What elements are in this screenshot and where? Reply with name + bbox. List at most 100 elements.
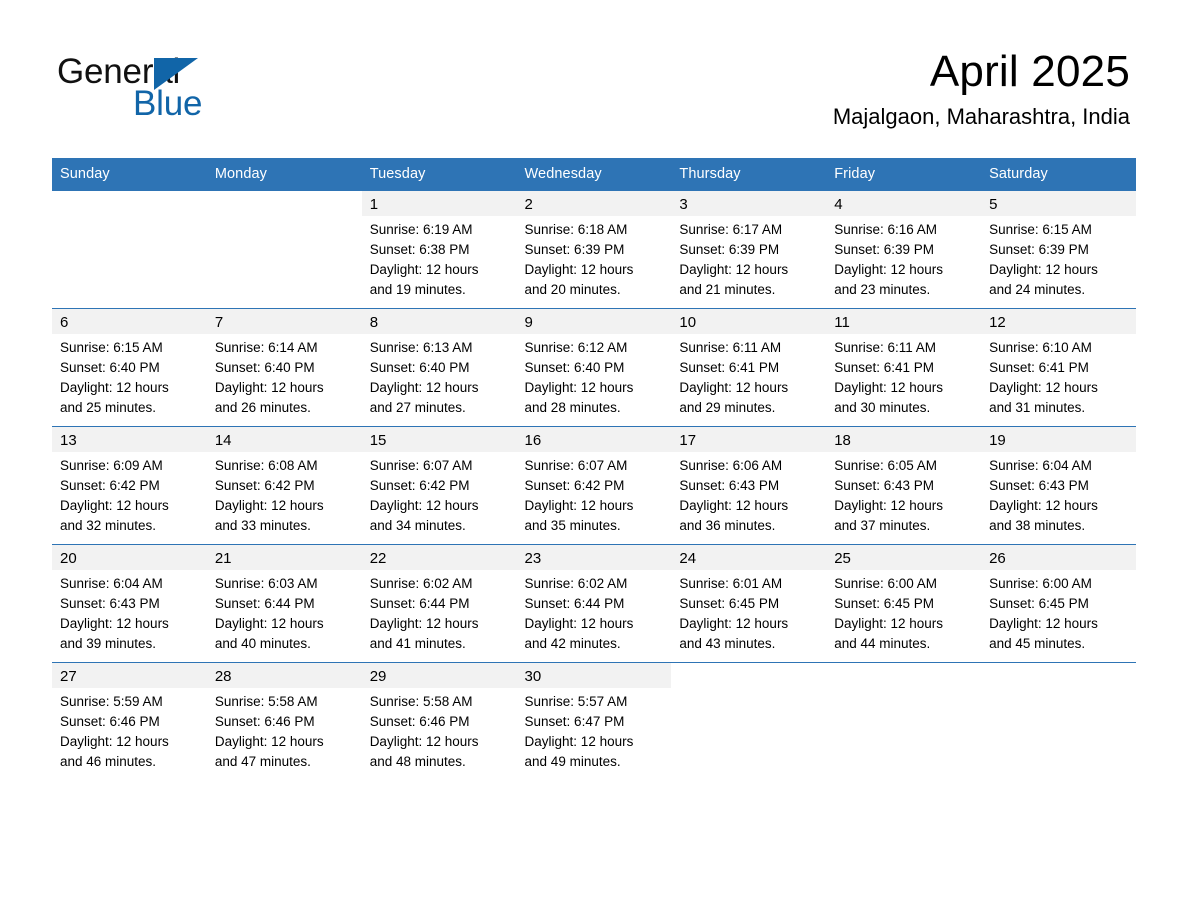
day-detail-line: Sunset: 6:43 PM	[60, 596, 160, 611]
day-detail-line: Sunset: 6:38 PM	[369, 242, 470, 257]
day-detail-line: Daylight: 12 hours	[60, 498, 169, 513]
day-detail-line: Daylight: 12 hours	[679, 262, 789, 277]
calendar-day-cell[interactable]: 9 Sunrise: 6:12 AM Sunset: 6:40 PM Daylight…	[516, 308, 672, 427]
day-detail-line: and 46 minutes.	[60, 754, 157, 769]
calendar-day-cell[interactable]: 15 Sunrise: 6:07 AM Sunset: 6:42 PM Dayligh…	[361, 426, 517, 545]
day-detail-line: Sunrise: 6:13 AM	[369, 340, 473, 355]
day-detail-line: Sunset: 6:42 PM	[524, 478, 625, 493]
day-number: 30	[516, 663, 672, 688]
day-detail-line: and 39 minutes.	[60, 636, 157, 651]
calendar-day-cell[interactable]: 13 Sunrise: 6:09 AM Sunset: 6:42 PM Dayligh…	[52, 426, 207, 545]
day-detail-line: and 23 minutes.	[834, 282, 931, 297]
calendar-day-cell[interactable]: 23 Sunrise: 6:02 AM Sunset: 6:44 PM Dayligh…	[516, 544, 672, 663]
day-number: 9	[516, 309, 672, 334]
day-detail-line: Sunset: 6:43 PM	[679, 478, 780, 493]
day-number	[206, 191, 362, 216]
day-detail-line: Sunrise: 6:19 AM	[369, 222, 473, 237]
day-number: 15	[361, 427, 517, 452]
calendar-day-cell[interactable]: 19 Sunrise: 6:04 AM Sunset: 6:43 PM Dayligh…	[981, 426, 1136, 545]
day-detail-line: Sunrise: 6:01 AM	[679, 576, 783, 591]
day-detail-line: Sunrise: 6:18 AM	[524, 222, 628, 237]
day-detail-line: and 42 minutes.	[524, 636, 621, 651]
day-number: 18	[826, 427, 982, 452]
day-details: Sunrise: 6:11 AM Sunset: 6:41 PM Daylight:…	[826, 334, 981, 418]
calendar-day-cell[interactable]: 29 Sunrise: 5:58 AM Sunset: 6:46 PM Dayligh…	[361, 662, 517, 780]
calendar-day-cell[interactable]: 27 Sunrise: 5:59 AM Sunset: 6:46 PM Dayligh…	[52, 662, 207, 780]
calendar-day-cell[interactable]: 3 Sunrise: 6:17 AM Sunset: 6:39 PM Daylight…	[671, 191, 827, 309]
day-details: Sunrise: 6:02 AM Sunset: 6:44 PM Daylight:…	[362, 570, 517, 654]
calendar-day-cell[interactable]: 21 Sunrise: 6:03 AM Sunset: 6:44 PM Dayligh…	[206, 544, 362, 663]
calendar-day-cell[interactable]: 6 Sunrise: 6:15 AM Sunset: 6:40 PM Daylight…	[52, 308, 207, 427]
day-details: Sunrise: 6:04 AM Sunset: 6:43 PM Daylight:…	[981, 452, 1136, 536]
day-detail-line: Daylight: 12 hours	[524, 734, 634, 749]
calendar-day-cell[interactable]: 17 Sunrise: 6:06 AM Sunset: 6:43 PM Dayligh…	[671, 426, 827, 545]
day-details: Sunrise: 6:19 AM Sunset: 6:38 PM Daylight:…	[362, 216, 517, 300]
day-detail-line: Daylight: 12 hours	[834, 262, 944, 277]
day-cell-inner	[826, 663, 982, 780]
logo-text-blue: Blue	[133, 84, 203, 123]
day-detail-line: Sunset: 6:41 PM	[834, 360, 935, 375]
day-detail-line: Daylight: 12 hours	[369, 498, 479, 513]
day-number: 28	[206, 663, 362, 688]
day-detail-line: Daylight: 12 hours	[989, 262, 1098, 277]
day-detail-line: Daylight: 12 hours	[524, 498, 634, 513]
calendar-day-cell[interactable]: 22 Sunrise: 6:02 AM Sunset: 6:44 PM Dayligh…	[361, 544, 517, 663]
calendar-day-cell[interactable]: 18 Sunrise: 6:05 AM Sunset: 6:43 PM Dayligh…	[826, 426, 982, 545]
day-cell-inner: 14 Sunrise: 6:08 AM Sunset: 6:42 PM Dayligh…	[206, 427, 362, 544]
calendar-day-cell[interactable]: 16 Sunrise: 6:07 AM Sunset: 6:42 PM Dayligh…	[516, 426, 672, 545]
day-cell-inner: 3 Sunrise: 6:17 AM Sunset: 6:39 PM Daylight…	[671, 191, 827, 308]
calendar-day-cell[interactable]: 26 Sunrise: 6:00 AM Sunset: 6:45 PM Dayligh…	[981, 544, 1136, 663]
day-detail-line: Sunrise: 6:07 AM	[524, 458, 628, 473]
calendar-table-head: Sunday Monday Tuesday Wednesday Thursday…	[52, 158, 1136, 191]
day-detail-line: Daylight: 12 hours	[834, 616, 944, 631]
day-detail-line: Daylight: 12 hours	[60, 380, 169, 395]
calendar-day-cell[interactable]: 14 Sunrise: 6:08 AM Sunset: 6:42 PM Dayligh…	[206, 426, 362, 545]
calendar-day-cell[interactable]: 11 Sunrise: 6:11 AM Sunset: 6:41 PM Dayligh…	[826, 308, 982, 427]
day-detail-line: Daylight: 12 hours	[369, 380, 479, 395]
calendar-day-cell[interactable]: 10 Sunrise: 6:11 AM Sunset: 6:41 PM Dayligh…	[671, 308, 827, 427]
calendar-day-cell[interactable]: 1 Sunrise: 6:19 AM Sunset: 6:38 PM Daylight…	[361, 191, 517, 309]
day-detail-line: Sunset: 6:45 PM	[679, 596, 780, 611]
day-detail-line: Sunset: 6:41 PM	[679, 360, 780, 375]
day-detail-line: and 40 minutes.	[214, 636, 311, 651]
day-cell-inner: 15 Sunrise: 6:07 AM Sunset: 6:42 PM Dayligh…	[361, 427, 517, 544]
day-cell-inner: 19 Sunrise: 6:04 AM Sunset: 6:43 PM Dayligh…	[981, 427, 1136, 544]
general-blue-logo[interactable]: General Blue	[57, 52, 317, 124]
calendar-day-cell[interactable]: 28 Sunrise: 5:58 AM Sunset: 6:46 PM Dayligh…	[206, 662, 362, 780]
calendar-day-cell[interactable]: 5 Sunrise: 6:15 AM Sunset: 6:39 PM Daylight…	[981, 191, 1136, 309]
calendar-day-cell[interactable]: 25 Sunrise: 6:00 AM Sunset: 6:45 PM Dayligh…	[826, 544, 982, 663]
day-detail-line: Sunrise: 6:10 AM	[989, 340, 1092, 355]
day-cell-inner	[981, 663, 1136, 780]
day-detail-line: and 29 minutes.	[679, 400, 776, 415]
day-detail-line: and 44 minutes.	[834, 636, 931, 651]
calendar-day-cell[interactable]: 30 Sunrise: 5:57 AM Sunset: 6:47 PM Dayligh…	[516, 662, 672, 780]
weekday-header-saturday: Saturday	[981, 158, 1136, 191]
day-number: 1	[361, 191, 517, 216]
calendar-day-cell[interactable]: 8 Sunrise: 6:13 AM Sunset: 6:40 PM Daylight…	[361, 308, 517, 427]
day-detail-line: Sunset: 6:42 PM	[369, 478, 470, 493]
day-number: 6	[52, 309, 207, 334]
day-details: Sunrise: 6:07 AM Sunset: 6:42 PM Daylight:…	[517, 452, 672, 536]
day-cell-inner: 29 Sunrise: 5:58 AM Sunset: 6:46 PM Dayligh…	[361, 663, 517, 780]
day-detail-line: Sunset: 6:45 PM	[834, 596, 935, 611]
day-detail-line: Daylight: 12 hours	[214, 380, 324, 395]
day-detail-line: Sunset: 6:39 PM	[679, 242, 780, 257]
day-number: 10	[671, 309, 827, 334]
day-detail-line: Sunset: 6:47 PM	[524, 714, 625, 729]
calendar-day-cell[interactable]: 7 Sunrise: 6:14 AM Sunset: 6:40 PM Daylight…	[206, 308, 362, 427]
calendar-table-body: 1 Sunrise: 6:19 AM Sunset: 6:38 PM Daylight…	[52, 191, 1136, 780]
calendar-day-cell[interactable]: 4 Sunrise: 6:16 AM Sunset: 6:39 PM Daylight…	[826, 191, 982, 309]
day-detail-line: and 49 minutes.	[524, 754, 621, 769]
day-detail-line: Sunrise: 6:04 AM	[60, 576, 163, 591]
day-detail-line: Sunrise: 6:07 AM	[369, 458, 473, 473]
day-number	[671, 663, 827, 688]
day-detail-line: Sunrise: 6:00 AM	[834, 576, 938, 591]
calendar-day-cell[interactable]: 2 Sunrise: 6:18 AM Sunset: 6:39 PM Daylight…	[516, 191, 672, 309]
calendar-day-cell[interactable]: 24 Sunrise: 6:01 AM Sunset: 6:45 PM Dayligh…	[671, 544, 827, 663]
calendar-grid: Sunday Monday Tuesday Wednesday Thursday…	[52, 158, 1136, 780]
calendar-day-cell[interactable]: 20 Sunrise: 6:04 AM Sunset: 6:43 PM Dayligh…	[52, 544, 207, 663]
calendar-day-cell[interactable]: 12 Sunrise: 6:10 AM Sunset: 6:41 PM Dayligh…	[981, 308, 1136, 427]
calendar-day-cell-empty	[826, 662, 982, 780]
day-number	[52, 191, 207, 216]
day-detail-line: and 32 minutes.	[60, 518, 157, 533]
